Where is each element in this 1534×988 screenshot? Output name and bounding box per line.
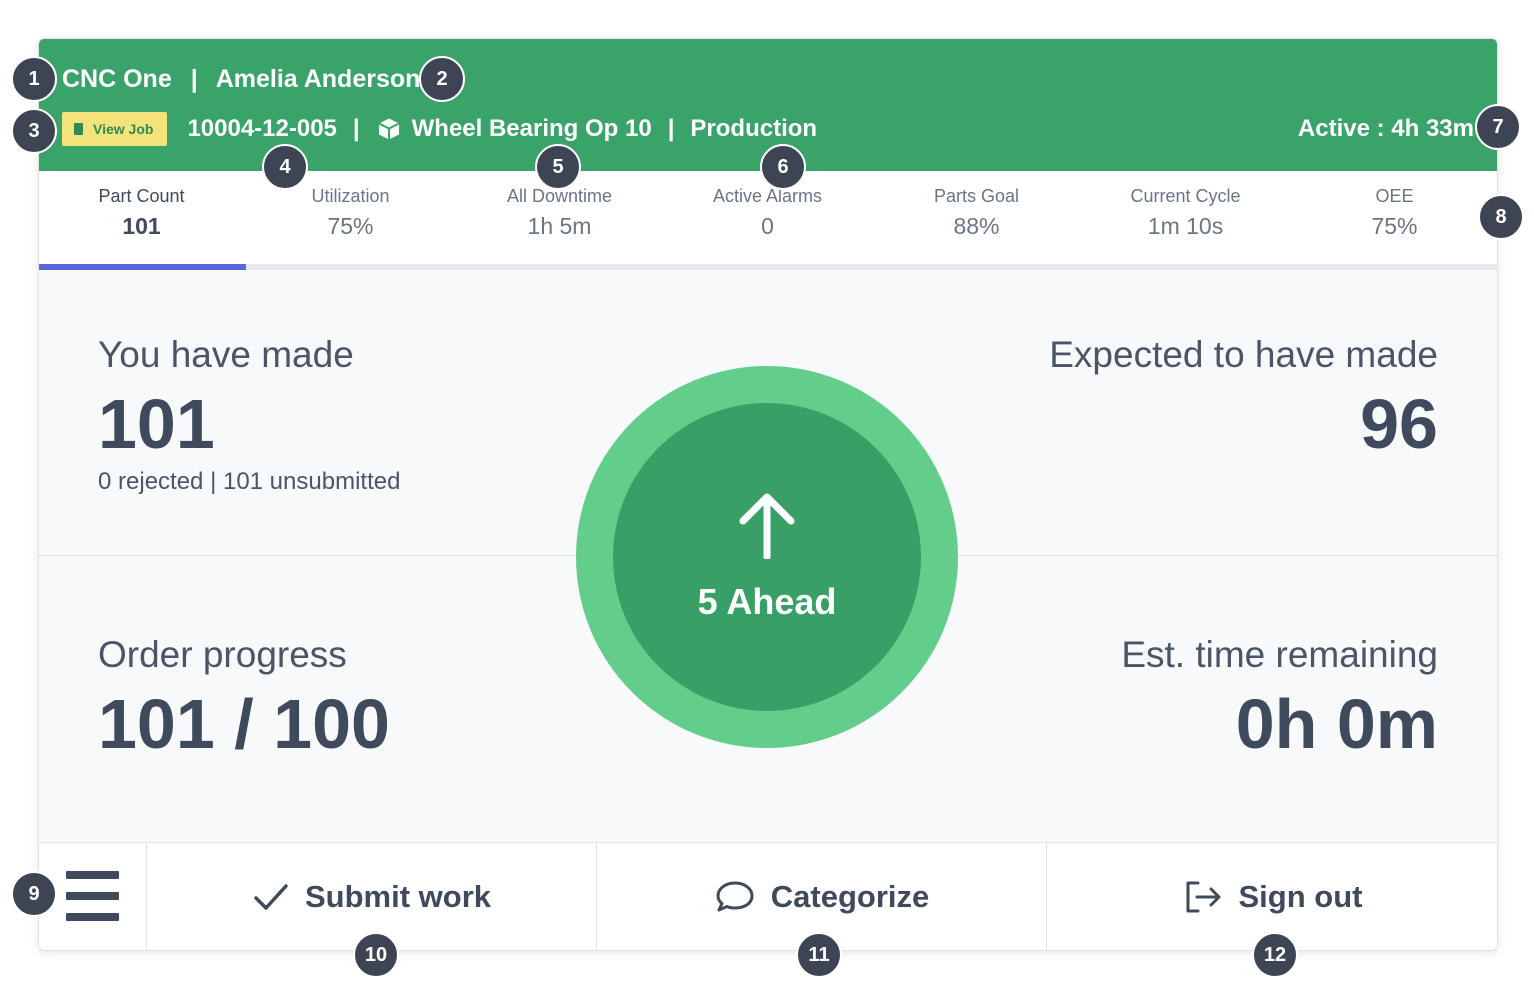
view-job-label: View Job — [93, 121, 154, 137]
hamburger-icon — [66, 913, 119, 921]
callout-badge: 12 — [1252, 932, 1298, 978]
callout-badge: 2 — [419, 56, 465, 102]
expected-label: Expected to have made — [1049, 334, 1438, 375]
job-info-row: View Job 10004-12-005 | Wheel Bearing Op… — [62, 111, 817, 147]
tab-label: Active Alarms — [712, 186, 823, 206]
sign-out-label: Sign out — [1238, 879, 1363, 914]
made-value: 101 — [98, 385, 215, 463]
callout-badge: 9 — [11, 871, 57, 917]
tab-value: 75% — [327, 213, 374, 239]
arrow-up-icon — [739, 493, 795, 559]
tab-value: 1m 10s — [1147, 213, 1224, 239]
checkmark-icon — [254, 884, 288, 910]
production-mode: Production — [690, 115, 818, 142]
tab-value: 75% — [1371, 213, 1418, 239]
part-separator: | — [667, 115, 675, 142]
part-name: Wheel Bearing Op 10 — [411, 115, 652, 142]
callout-badge: 8 — [1478, 194, 1524, 240]
callout-badge: 7 — [1475, 104, 1521, 150]
metrics-tabs: Part Count 101 Utilization 75% All Downt… — [39, 171, 1497, 271]
tab-value: 0 — [761, 213, 774, 239]
order-progress-value: 101 / 100 — [98, 685, 390, 763]
tab-parts-goal[interactable]: Parts Goal 88% — [874, 171, 1079, 267]
tab-value: 1h 5m — [527, 213, 592, 239]
time-remaining-label: Est. time remaining — [1121, 634, 1438, 675]
tab-value: 101 — [122, 213, 161, 239]
made-label: You have made — [98, 334, 354, 375]
sign-out-icon — [1186, 881, 1220, 913]
callout-badge: 6 — [760, 144, 806, 190]
tab-active-alarms[interactable]: Active Alarms 0 — [665, 171, 870, 267]
callout-badge: 10 — [353, 932, 399, 978]
tab-value: 88% — [953, 213, 1000, 239]
operator-name: Amelia Anderson — [215, 65, 421, 93]
title-separator: | — [190, 65, 198, 93]
callout-badge: 4 — [262, 144, 308, 190]
chat-bubble-icon — [716, 881, 754, 912]
header-title: CNC One | Amelia Anderson — [62, 65, 420, 94]
callout-badge: 5 — [535, 144, 581, 190]
part-count-panel: You have made 101 0 rejected | 101 unsub… — [39, 270, 1497, 842]
box-icon — [378, 118, 400, 140]
tab-label: Part Count — [98, 186, 185, 206]
made-detail: 0 rejected | 101 unsubmitted — [98, 468, 401, 495]
ahead-label: 5 Ahead — [697, 581, 837, 622]
tab-part-count[interactable]: Part Count 101 — [39, 171, 244, 267]
order-progress-label: Order progress — [98, 634, 347, 675]
tab-oee[interactable]: OEE 75% — [1292, 171, 1497, 267]
tab-current-cycle[interactable]: Current Cycle 1m 10s — [1083, 171, 1288, 267]
job-separator: | — [352, 115, 360, 142]
callout-badge: 3 — [11, 108, 57, 154]
time-remaining-value: 0h 0m — [1235, 685, 1438, 763]
expected-value: 96 — [1360, 385, 1438, 463]
ahead-indicator-inner: 5 Ahead — [613, 403, 921, 711]
callout-badge: 11 — [796, 932, 842, 978]
document-icon — [74, 123, 83, 135]
ahead-indicator: 5 Ahead — [576, 366, 958, 748]
view-job-button[interactable]: View Job — [62, 112, 168, 146]
callout-badge: 1 — [11, 56, 57, 102]
categorize-label: Categorize — [770, 879, 930, 914]
tab-label: Current Cycle — [1130, 186, 1241, 206]
tab-label: OEE — [1375, 186, 1414, 206]
job-number: 10004-12-005 — [187, 115, 337, 142]
active-status: Active : 4h 33m — [1297, 115, 1474, 142]
machine-name: CNC One — [62, 65, 172, 93]
submit-work-label: Submit work — [304, 879, 491, 914]
hamburger-icon — [66, 871, 119, 879]
tab-label: Parts Goal — [933, 186, 1020, 206]
hamburger-icon — [66, 892, 119, 900]
